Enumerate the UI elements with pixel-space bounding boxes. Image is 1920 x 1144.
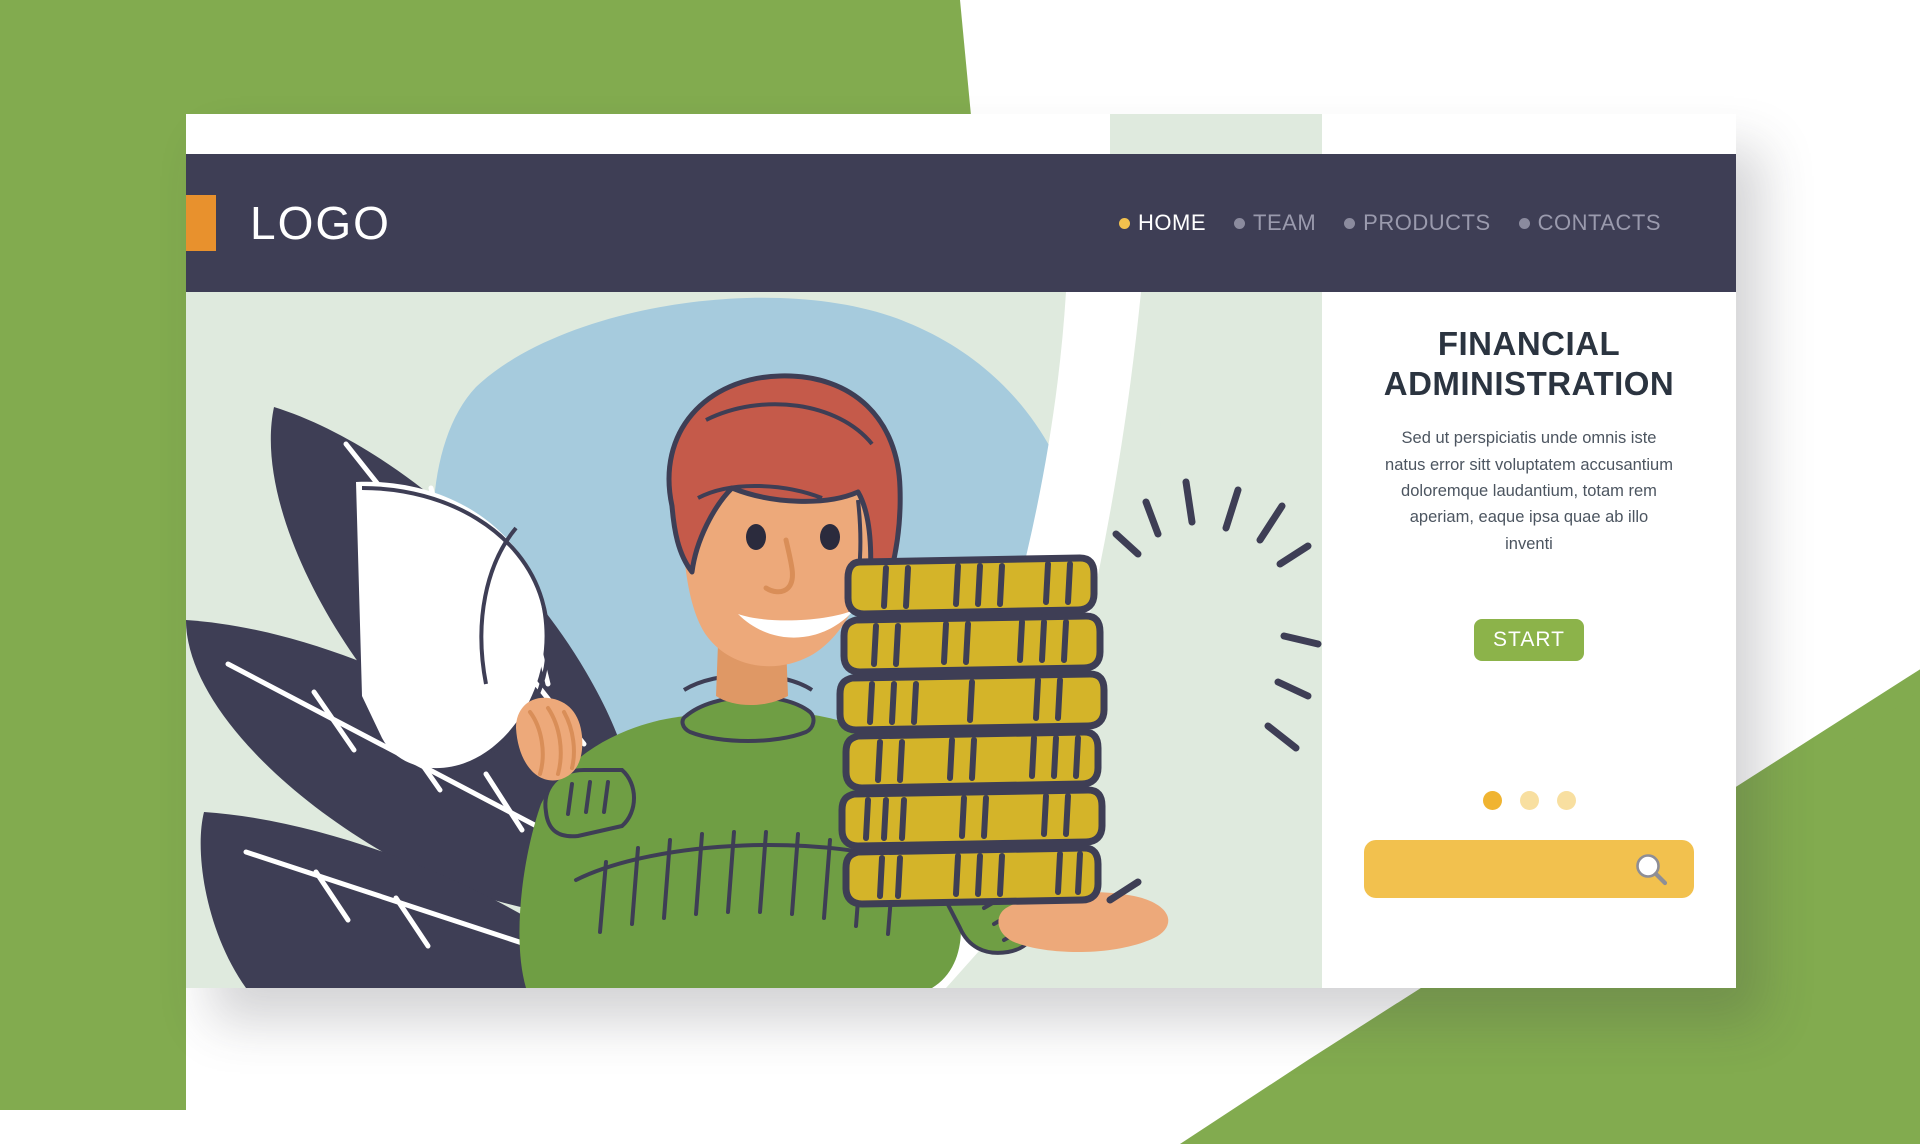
nav-dot-icon — [1119, 217, 1131, 229]
nav-item-team[interactable]: TEAM — [1234, 210, 1316, 236]
hero-body-text: Sed ut perspiciatis unde omnis iste natu… — [1385, 429, 1673, 553]
top-navigation-bar: LOGO HOME TEAM PRODUCTS CONTACTS — [186, 154, 1736, 292]
nav-dot-icon — [1234, 217, 1246, 229]
headline-line-2: ADMINISTRATION — [1383, 364, 1675, 402]
logo[interactable]: LOGO — [186, 195, 391, 251]
nav-label-team: TEAM — [1253, 210, 1317, 235]
logo-text: LOGO — [250, 197, 391, 249]
headline-line-1: FINANCIAL — [1437, 325, 1621, 362]
nav-item-products[interactable]: PRODUCTS — [1344, 210, 1490, 236]
nav-dot-icon — [1344, 217, 1356, 229]
carousel-dot-3[interactable] — [1556, 791, 1576, 811]
nav-links: HOME TEAM PRODUCTS CONTACTS — [1119, 210, 1661, 236]
nav-label-products: PRODUCTS — [1363, 210, 1491, 235]
nav-dot-icon — [1518, 217, 1530, 229]
nav-item-home[interactable]: HOME — [1119, 210, 1206, 236]
magnifier-icon[interactable] — [1634, 852, 1668, 891]
eye-right — [820, 524, 840, 550]
logo-accent-square — [186, 195, 216, 251]
coin-stack — [836, 554, 1108, 908]
carousel-dot-2[interactable] — [1519, 791, 1539, 811]
search-input[interactable] — [1364, 840, 1694, 899]
hero-illustration — [186, 292, 1322, 988]
hero-content-column: FINANCIAL ADMINISTRATION Sed ut perspici… — [1322, 292, 1736, 988]
nav-label-home: HOME — [1138, 210, 1207, 235]
landing-page-card: LOGO HOME TEAM PRODUCTS CONTACTS FINANCI — [186, 114, 1736, 988]
page-title: FINANCIAL ADMINISTRATION — [1322, 324, 1736, 403]
carousel-dot-1[interactable] — [1482, 791, 1502, 811]
eye-left — [746, 524, 766, 550]
start-button[interactable]: START — [1474, 619, 1584, 662]
nav-item-contacts[interactable]: CONTACTS — [1518, 210, 1661, 236]
nav-label-contacts: CONTACTS — [1537, 210, 1661, 235]
carousel-indicators — [1322, 791, 1736, 811]
